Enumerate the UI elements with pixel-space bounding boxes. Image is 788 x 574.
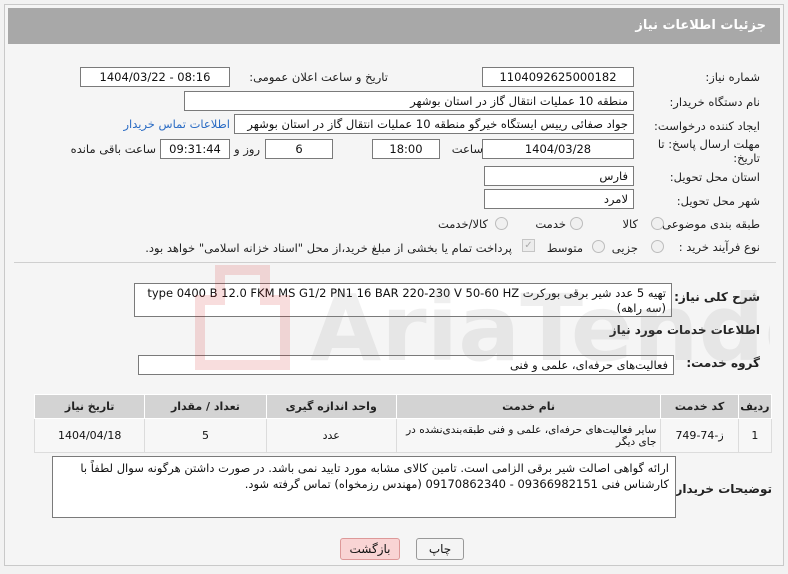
category-option-service: خدمت <box>535 217 566 231</box>
category-radio-service[interactable] <box>570 217 583 230</box>
buyer-notes-field[interactable]: ارائه گواهی اصالت شیر برقی الزامی است. ت… <box>52 456 676 518</box>
category-radio-goods-service[interactable] <box>495 217 508 230</box>
summary-field[interactable]: تهیه 5 عدد شیر برقی بورکرت type 0400 B 1… <box>134 283 672 317</box>
cell-row: 1 <box>737 418 773 453</box>
services-section-title: اطلاعات خدمات مورد نیاز <box>609 323 760 337</box>
cell-date: 1404/04/18 <box>33 418 146 453</box>
col-qty: تعداد / مقدار <box>144 394 267 419</box>
cell-unit: عدد <box>265 418 397 453</box>
col-code: کد خدمت <box>660 394 739 419</box>
announce-label: تاریخ و ساعت اعلان عمومی: <box>249 70 388 84</box>
deadline-date-field[interactable]: 1404/03/28 <box>482 139 634 159</box>
back-button[interactable]: بازگشت <box>340 538 400 560</box>
col-row: ردیف <box>737 394 773 419</box>
buyer-org-field[interactable]: منطقه 10 عملیات انتقال گاز در استان بوشه… <box>184 91 634 111</box>
need-number-field[interactable]: 1104092625000182 <box>482 67 634 87</box>
category-label: طبقه بندی موضوعی: <box>658 217 760 231</box>
cell-name: سایر فعالیت‌های حرفه‌ای، علمی و فنی طبقه… <box>395 418 662 453</box>
table-row: 1 ز-74-749 سایر فعالیت‌های حرفه‌ای، علمی… <box>33 418 773 453</box>
process-option-minor: جزیی <box>611 241 638 255</box>
buyer-org-label: نام دستگاه خریدار: <box>669 95 760 109</box>
category-option-goods-service: کالا/خدمت <box>437 217 488 231</box>
service-group-field[interactable]: فعالیت‌های حرفه‌ای، علمی و فنی <box>138 355 674 375</box>
process-label: نوع فرآیند خرید : <box>678 240 760 254</box>
summary-label: شرح کلی نیاز: <box>674 290 760 304</box>
cell-code: ز-74-749 <box>660 418 739 453</box>
process-option-medium: متوسط <box>546 241 583 255</box>
buyer-contact-link[interactable]: اطلاعات تماس خریدار <box>123 117 230 131</box>
province-label: استان محل تحویل: <box>669 170 760 184</box>
creator-label: ایجاد کننده درخواست: <box>654 119 760 133</box>
province-field[interactable]: فارس <box>484 166 634 186</box>
city-label: شهر محل تحویل: <box>676 194 760 208</box>
days-field[interactable]: 6 <box>265 139 333 159</box>
category-option-goods: کالا <box>622 217 638 231</box>
cell-qty: 5 <box>144 418 267 453</box>
deadline-label: مهلت ارسال پاسخ: تا تاریخ: <box>657 137 760 165</box>
creator-field[interactable]: جواد صفائی رییس ایستگاه خیرگو منطقه 10 ع… <box>234 114 634 134</box>
col-name: نام خدمت <box>395 394 662 419</box>
process-radio-minor[interactable] <box>651 240 664 253</box>
services-table: ردیف کد خدمت نام خدمت واحد اندازه گیری ت… <box>33 394 773 453</box>
days-label: روز و <box>234 142 260 156</box>
treasury-note: پرداخت تمام یا بخشی از مبلغ خرید،از محل … <box>145 241 512 255</box>
process-radio-medium[interactable] <box>592 240 605 253</box>
table-header-row: ردیف کد خدمت نام خدمت واحد اندازه گیری ت… <box>33 394 773 419</box>
buyer-notes-label: توضیحات خریدار: <box>670 482 772 496</box>
col-date: تاریخ نیاز <box>33 394 146 419</box>
service-group-label: گروه خدمت: <box>686 356 760 370</box>
announce-field[interactable]: 1404/03/22 - 08:16 <box>80 67 230 87</box>
time-label: ساعت <box>451 142 483 156</box>
print-button[interactable]: چاپ <box>416 538 464 560</box>
col-unit: واحد اندازه گیری <box>265 394 397 419</box>
city-field[interactable]: لامرد <box>484 189 634 209</box>
page-title: جزئیات اطلاعات نیاز <box>8 8 780 44</box>
remaining-label: ساعت باقی مانده <box>70 142 156 156</box>
treasury-checkbox[interactable]: ✓ <box>522 239 535 252</box>
need-number-label: شماره نیاز: <box>705 70 760 84</box>
remaining-time-field[interactable]: 09:31:44 <box>160 139 230 159</box>
divider <box>14 262 776 263</box>
category-radio-goods[interactable] <box>651 217 664 230</box>
deadline-time-field[interactable]: 18:00 <box>372 139 440 159</box>
